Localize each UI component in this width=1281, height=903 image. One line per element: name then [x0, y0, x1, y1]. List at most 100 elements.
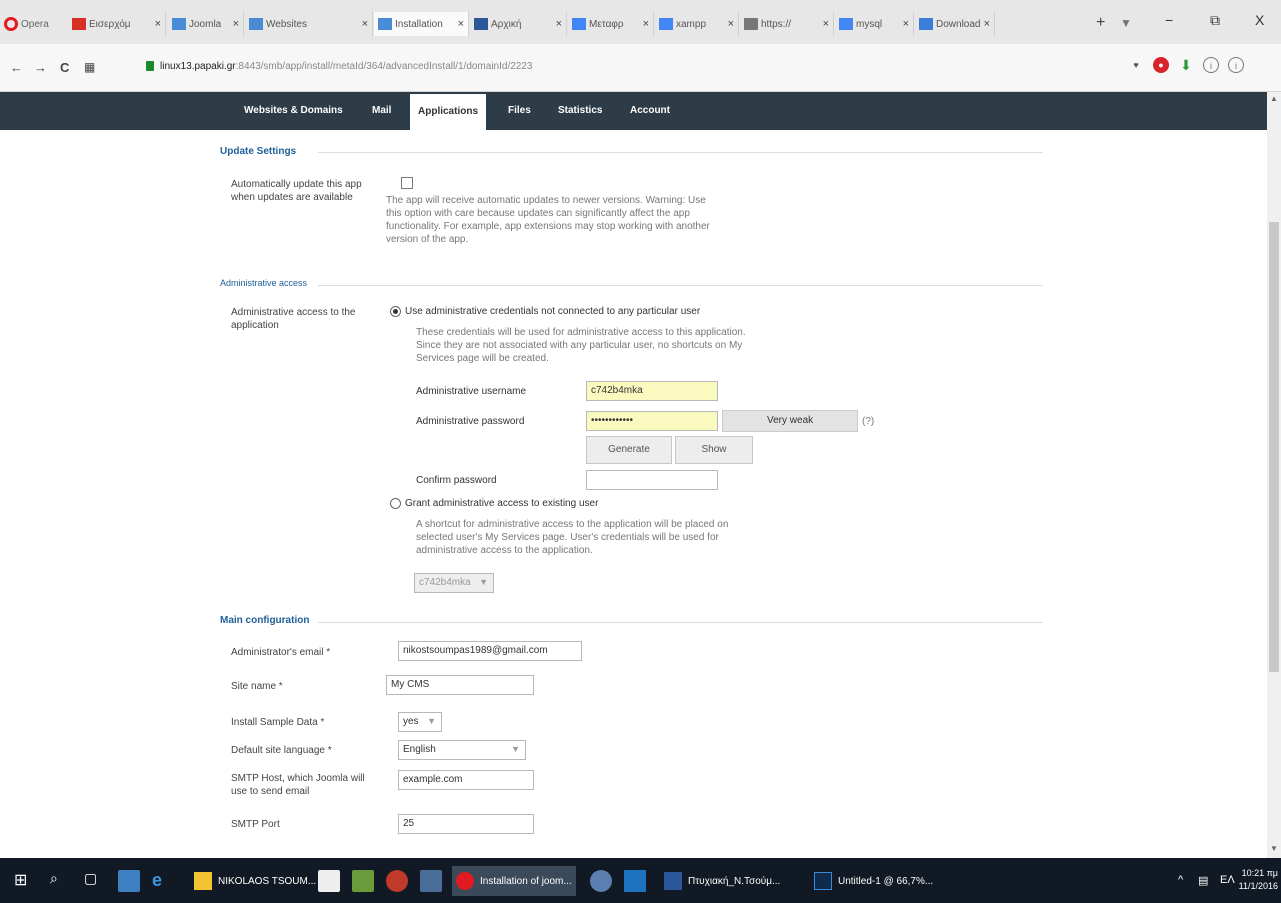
clock[interactable]: 10:21 πμ 11/1/2016	[1238, 867, 1278, 893]
forward-icon[interactable]: →	[34, 60, 47, 75]
nav-websites-domains[interactable]: Websites & Domains	[236, 92, 351, 130]
task-view-icon[interactable]: ▢	[84, 870, 106, 892]
nav-account[interactable]: Account	[622, 92, 678, 130]
admin-email-input[interactable]: nikostsoumpas1989@gmail.com	[398, 641, 582, 661]
media-player-icon[interactable]	[624, 870, 646, 892]
tab-label: Download	[936, 18, 980, 30]
tab-label: https://	[761, 18, 792, 30]
taskbar-item-photoshop[interactable]: Untitled-1 @ 66,7%...	[810, 866, 937, 896]
generate-button[interactable]: Generate	[586, 436, 672, 464]
opera-menu-button[interactable]: Opera	[4, 14, 49, 34]
browser-tab[interactable]: Installation ×	[374, 12, 469, 36]
radio-admin-credentials[interactable]	[390, 306, 401, 317]
browser-tab[interactable]: Download ×	[915, 12, 995, 36]
nav-applications[interactable]: Applications	[410, 94, 487, 130]
tab-label: Installation	[395, 18, 443, 30]
nav-mail[interactable]: Mail	[364, 92, 399, 130]
close-tab-icon[interactable]: ×	[151, 18, 161, 30]
tab-favicon-icon	[378, 18, 392, 30]
media-icon[interactable]	[386, 870, 408, 892]
tab-label: mysql	[856, 18, 883, 30]
radio-existing-user[interactable]	[390, 498, 401, 509]
close-tab-icon[interactable]: ×	[819, 18, 829, 30]
language-indicator[interactable]: ΕΛ	[1220, 874, 1235, 886]
windows-start-icon[interactable]: ⊞	[14, 870, 36, 892]
clock-time: 10:21 πμ	[1241, 868, 1278, 878]
taskbar-item-explorer[interactable]: NIKOLAOS TSOUM...	[190, 866, 320, 896]
browser-tab[interactable]: Joomla ×	[168, 12, 244, 36]
close-window-button[interactable]: X	[1255, 12, 1264, 28]
password-strength-meter: Very weak	[722, 410, 858, 432]
confirm-password-label: Confirm password	[416, 475, 497, 486]
show-button[interactable]: Show	[675, 436, 753, 464]
close-tab-icon[interactable]: ×	[899, 18, 909, 30]
taskbar-item-label: NIKOLAOS TSOUM...	[218, 875, 317, 887]
tab-menu-icon[interactable]: ▼	[1120, 16, 1132, 30]
site-language-select[interactable]: English ▼	[398, 740, 526, 760]
close-tab-icon[interactable]: ×	[980, 18, 990, 30]
site-language-label: Default site language *	[231, 745, 332, 756]
store-icon[interactable]	[318, 870, 340, 892]
page-scrollbar[interactable]: ▲ ▼	[1267, 92, 1281, 858]
taskbar-item-label: Untitled-1 @ 66,7%...	[838, 875, 934, 887]
scroll-down-icon[interactable]: ▼	[1270, 844, 1278, 853]
minimize-button[interactable]: −	[1165, 12, 1173, 28]
browser-tab[interactable]: Αρχική ×	[470, 12, 567, 36]
close-tab-icon[interactable]: ×	[639, 18, 649, 30]
back-icon[interactable]: ←	[10, 60, 23, 75]
close-tab-icon[interactable]: ×	[229, 18, 239, 30]
smtp-port-input[interactable]: 25	[398, 814, 534, 834]
tab-favicon-icon	[839, 18, 853, 30]
browser-tab[interactable]: mysql ×	[835, 12, 914, 36]
network-icon[interactable]: ▤	[1198, 874, 1208, 887]
plesk-nav: Websites & Domains Mail Applications Fil…	[0, 92, 1267, 130]
globe-icon[interactable]	[590, 870, 612, 892]
browser-tab[interactable]: Websites ×	[245, 12, 373, 36]
nav-statistics[interactable]: Statistics	[550, 92, 610, 130]
heart-icon[interactable]: ♥	[1128, 57, 1144, 73]
extension-icon[interactable]: i	[1203, 57, 1219, 73]
speed-dial-icon[interactable]: ▦	[84, 60, 95, 74]
control-panel-icon[interactable]	[118, 870, 140, 892]
edge-icon[interactable]: e	[152, 870, 174, 892]
site-name-input[interactable]: My CMS	[386, 675, 534, 695]
browser-tab[interactable]: Εισερχόμ ×	[68, 12, 166, 36]
close-tab-icon[interactable]: ×	[552, 18, 562, 30]
restore-button[interactable]: ⧉	[1210, 12, 1220, 29]
close-tab-icon[interactable]: ×	[724, 18, 734, 30]
reload-icon[interactable]: C	[60, 60, 69, 75]
url-host: linux13.papaki.gr	[160, 61, 236, 72]
scroll-up-icon[interactable]: ▲	[1270, 94, 1278, 103]
close-tab-icon[interactable]: ×	[454, 18, 464, 30]
url-field[interactable]: linux13.papaki.gr:8443/smb/app/install/m…	[160, 61, 532, 72]
tray-chevron-icon[interactable]: ^	[1178, 874, 1183, 886]
extension-icon-2[interactable]: i	[1228, 57, 1244, 73]
taskbar-item-opera[interactable]: Installation of joom...	[452, 866, 576, 896]
existing-user-select[interactable]: c742b4mka ▼	[414, 573, 494, 593]
close-tab-icon[interactable]: ×	[358, 18, 368, 30]
admin-password-input[interactable]: ••••••••••••	[586, 411, 718, 431]
new-tab-button[interactable]: +	[1096, 14, 1105, 32]
scroll-thumb[interactable]	[1269, 222, 1279, 672]
photos-icon[interactable]	[420, 870, 442, 892]
sample-data-select[interactable]: yes ▼	[398, 712, 442, 732]
adblock-icon[interactable]: ●	[1153, 57, 1169, 73]
download-icon[interactable]: ⬇	[1178, 57, 1194, 73]
smtp-host-input[interactable]: example.com	[398, 770, 534, 790]
search-icon[interactable]: ⌕	[50, 870, 72, 892]
browser-tab[interactable]: https:// ×	[740, 12, 834, 36]
admin-username-input[interactable]: c742b4mka	[586, 381, 718, 401]
password-help-icon[interactable]: (?)	[862, 416, 874, 427]
app-icon[interactable]	[352, 870, 374, 892]
nav-files[interactable]: Files	[500, 92, 539, 130]
tab-label: xampp	[676, 18, 707, 30]
auto-update-checkbox[interactable]	[401, 177, 413, 189]
sample-data-label: Install Sample Data *	[231, 717, 325, 728]
browser-tab[interactable]: Μεταφρ ×	[568, 12, 654, 36]
browser-tab[interactable]: xampp ×	[655, 12, 739, 36]
confirm-password-input[interactable]	[586, 470, 718, 490]
tab-label: Εισερχόμ	[89, 18, 131, 30]
opera-logo-icon	[4, 17, 18, 31]
admin-password-label: Administrative password	[416, 416, 525, 427]
taskbar-item-word[interactable]: Πτυχιακή_Ν.Τσούμ...	[660, 866, 784, 896]
